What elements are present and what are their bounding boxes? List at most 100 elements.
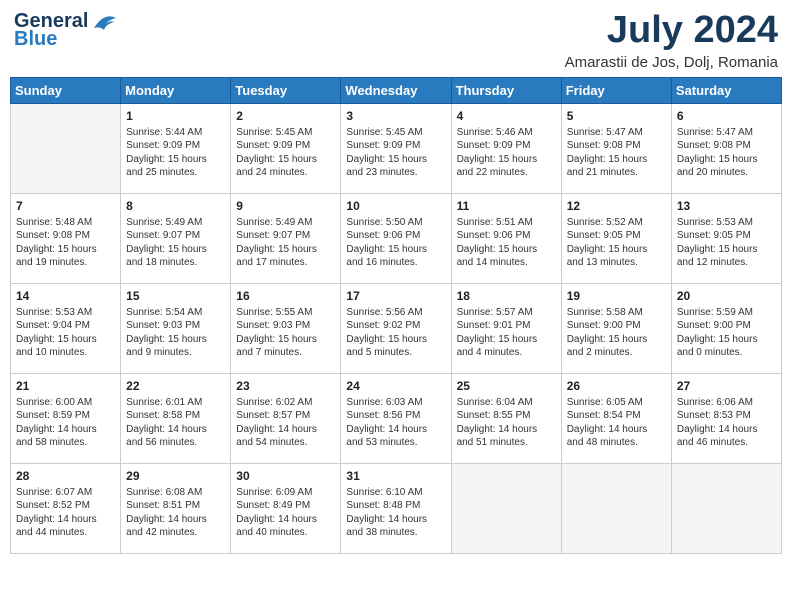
day-info: Sunrise: 6:10 AM Sunset: 8:48 PM Dayligh… <box>346 486 445 540</box>
day-info: Sunrise: 5:58 AM Sunset: 9:00 PM Dayligh… <box>567 306 666 360</box>
day-number: 4 <box>457 108 556 124</box>
day-info: Sunrise: 6:07 AM Sunset: 8:52 PM Dayligh… <box>16 486 115 540</box>
calendar-cell: 3Sunrise: 5:45 AM Sunset: 9:09 PM Daylig… <box>341 103 451 193</box>
day-number: 21 <box>16 378 115 394</box>
calendar-cell <box>451 463 561 553</box>
day-number: 20 <box>677 288 776 304</box>
calendar-cell: 29 Sunrise: 6:08 AM Sunset: 8:51 PM Dayli… <box>121 463 231 553</box>
day-number: 24 <box>346 378 445 394</box>
calendar-week-row: 14 Sunrise: 5:53 AM Sunset: 9:04 PM Dayli… <box>11 283 782 373</box>
calendar-cell: 24 Sunrise: 6:03 AM Sunset: 8:56 PM Dayli… <box>341 373 451 463</box>
calendar-cell: 23 Sunrise: 6:02 AM Sunset: 8:57 PM Dayli… <box>231 373 341 463</box>
day-info: Sunrise: 5:49 AM Sunset: 9:07 PM Dayligh… <box>236 216 335 270</box>
col-header-monday: Monday <box>121 77 231 103</box>
day-number: 10 <box>346 198 445 214</box>
calendar-cell: 30 Sunrise: 6:09 AM Sunset: 8:49 PM Dayli… <box>231 463 341 553</box>
day-info: Sunrise: 6:05 AM Sunset: 8:54 PM Dayligh… <box>567 396 666 450</box>
day-info: Sunrise: 6:00 AM Sunset: 8:59 PM Dayligh… <box>16 396 115 450</box>
day-number: 2 <box>236 108 335 124</box>
calendar-cell: 22 Sunrise: 6:01 AM Sunset: 8:58 PM Dayli… <box>121 373 231 463</box>
day-info: Sunrise: 5:53 AM Sunset: 9:04 PM Dayligh… <box>16 306 115 360</box>
day-number: 25 <box>457 378 556 394</box>
day-number: 26 <box>567 378 666 394</box>
calendar-header-row: SundayMondayTuesdayWednesdayThursdayFrid… <box>11 77 782 103</box>
day-info: Sunrise: 5:56 AM Sunset: 9:02 PM Dayligh… <box>346 306 445 360</box>
title-block: July 2024 Amarastii de Jos, Dolj, Romani… <box>565 10 778 71</box>
day-info: Sunrise: 5:47 AM Sunset: 9:08 PM Dayligh… <box>567 126 666 180</box>
day-number: 30 <box>236 468 335 484</box>
day-info: Sunrise: 6:09 AM Sunset: 8:49 PM Dayligh… <box>236 486 335 540</box>
calendar-week-row: 21 Sunrise: 6:00 AM Sunset: 8:59 PM Dayli… <box>11 373 782 463</box>
calendar-cell: 10 Sunrise: 5:50 AM Sunset: 9:06 PM Dayli… <box>341 193 451 283</box>
day-info: Sunrise: 5:48 AM Sunset: 9:08 PM Dayligh… <box>16 216 115 270</box>
col-header-sunday: Sunday <box>11 77 121 103</box>
day-info: Sunrise: 6:03 AM Sunset: 8:56 PM Dayligh… <box>346 396 445 450</box>
calendar-cell: 11 Sunrise: 5:51 AM Sunset: 9:06 PM Dayli… <box>451 193 561 283</box>
day-info: Sunrise: 5:53 AM Sunset: 9:05 PM Dayligh… <box>677 216 776 270</box>
col-header-friday: Friday <box>561 77 671 103</box>
day-info: Sunrise: 6:02 AM Sunset: 8:57 PM Dayligh… <box>236 396 335 450</box>
day-number: 12 <box>567 198 666 214</box>
col-header-wednesday: Wednesday <box>341 77 451 103</box>
calendar-cell: 20 Sunrise: 5:59 AM Sunset: 9:00 PM Dayli… <box>671 283 781 373</box>
day-number: 14 <box>16 288 115 304</box>
day-info: Sunrise: 5:49 AM Sunset: 9:07 PM Dayligh… <box>126 216 225 270</box>
calendar-cell: 9 Sunrise: 5:49 AM Sunset: 9:07 PM Daylig… <box>231 193 341 283</box>
day-info: Sunrise: 5:51 AM Sunset: 9:06 PM Dayligh… <box>457 216 556 270</box>
location: Amarastii de Jos, Dolj, Romania <box>565 54 778 71</box>
day-info: Sunrise: 5:46 AM Sunset: 9:09 PM Dayligh… <box>457 126 556 180</box>
calendar-cell: 18 Sunrise: 5:57 AM Sunset: 9:01 PM Dayli… <box>451 283 561 373</box>
calendar-cell: 28Sunrise: 6:07 AM Sunset: 8:52 PM Dayli… <box>11 463 121 553</box>
day-number: 19 <box>567 288 666 304</box>
day-info: Sunrise: 6:08 AM Sunset: 8:51 PM Dayligh… <box>126 486 225 540</box>
day-info: Sunrise: 6:06 AM Sunset: 8:53 PM Dayligh… <box>677 396 776 450</box>
day-number: 9 <box>236 198 335 214</box>
day-info: Sunrise: 5:54 AM Sunset: 9:03 PM Dayligh… <box>126 306 225 360</box>
calendar-cell: 6Sunrise: 5:47 AM Sunset: 9:08 PM Daylig… <box>671 103 781 193</box>
day-number: 16 <box>236 288 335 304</box>
day-number: 18 <box>457 288 556 304</box>
month-title: July 2024 <box>565 10 778 52</box>
calendar-cell: 5 Sunrise: 5:47 AM Sunset: 9:08 PM Daylig… <box>561 103 671 193</box>
day-number: 29 <box>126 468 225 484</box>
calendar-cell: 1Sunrise: 5:44 AM Sunset: 9:09 PM Daylig… <box>121 103 231 193</box>
calendar-table: SundayMondayTuesdayWednesdayThursdayFrid… <box>10 77 782 554</box>
calendar-cell: 19 Sunrise: 5:58 AM Sunset: 9:00 PM Dayli… <box>561 283 671 373</box>
day-number: 8 <box>126 198 225 214</box>
logo: General Blue <box>14 10 118 50</box>
calendar-cell: 21 Sunrise: 6:00 AM Sunset: 8:59 PM Dayli… <box>11 373 121 463</box>
day-number: 13 <box>677 198 776 214</box>
calendar-cell: 12Sunrise: 5:52 AM Sunset: 9:05 PM Dayli… <box>561 193 671 283</box>
day-number: 23 <box>236 378 335 394</box>
calendar-cell: 25Sunrise: 6:04 AM Sunset: 8:55 PM Dayli… <box>451 373 561 463</box>
calendar-cell <box>11 103 121 193</box>
col-header-thursday: Thursday <box>451 77 561 103</box>
day-info: Sunrise: 5:59 AM Sunset: 9:00 PM Dayligh… <box>677 306 776 360</box>
day-number: 7 <box>16 198 115 214</box>
day-number: 17 <box>346 288 445 304</box>
calendar-cell: 31 Sunrise: 6:10 AM Sunset: 8:48 PM Dayli… <box>341 463 451 553</box>
page-header: General Blue July 2024 Amarastii de Jos,… <box>10 10 782 71</box>
day-info: Sunrise: 5:50 AM Sunset: 9:06 PM Dayligh… <box>346 216 445 270</box>
calendar-cell: 4 Sunrise: 5:46 AM Sunset: 9:09 PM Daylig… <box>451 103 561 193</box>
col-header-saturday: Saturday <box>671 77 781 103</box>
day-info: Sunrise: 6:01 AM Sunset: 8:58 PM Dayligh… <box>126 396 225 450</box>
day-info: Sunrise: 5:45 AM Sunset: 9:09 PM Dayligh… <box>236 126 335 180</box>
day-info: Sunrise: 5:44 AM Sunset: 9:09 PM Dayligh… <box>126 126 225 180</box>
calendar-cell: 13 Sunrise: 5:53 AM Sunset: 9:05 PM Dayli… <box>671 193 781 283</box>
calendar-cell <box>671 463 781 553</box>
col-header-tuesday: Tuesday <box>231 77 341 103</box>
calendar-week-row: 28Sunrise: 6:07 AM Sunset: 8:52 PM Dayli… <box>11 463 782 553</box>
day-number: 5 <box>567 108 666 124</box>
day-number: 11 <box>457 198 556 214</box>
calendar-week-row: 7 Sunrise: 5:48 AM Sunset: 9:08 PM Daylig… <box>11 193 782 283</box>
calendar-cell: 7 Sunrise: 5:48 AM Sunset: 9:08 PM Daylig… <box>11 193 121 283</box>
day-info: Sunrise: 5:45 AM Sunset: 9:09 PM Dayligh… <box>346 126 445 180</box>
calendar-cell: 27Sunrise: 6:06 AM Sunset: 8:53 PM Dayli… <box>671 373 781 463</box>
day-info: Sunrise: 5:57 AM Sunset: 9:01 PM Dayligh… <box>457 306 556 360</box>
calendar-cell: 26 Sunrise: 6:05 AM Sunset: 8:54 PM Dayli… <box>561 373 671 463</box>
calendar-cell: 16Sunrise: 5:55 AM Sunset: 9:03 PM Dayli… <box>231 283 341 373</box>
day-number: 22 <box>126 378 225 394</box>
day-number: 31 <box>346 468 445 484</box>
calendar-cell: 8 Sunrise: 5:49 AM Sunset: 9:07 PM Daylig… <box>121 193 231 283</box>
